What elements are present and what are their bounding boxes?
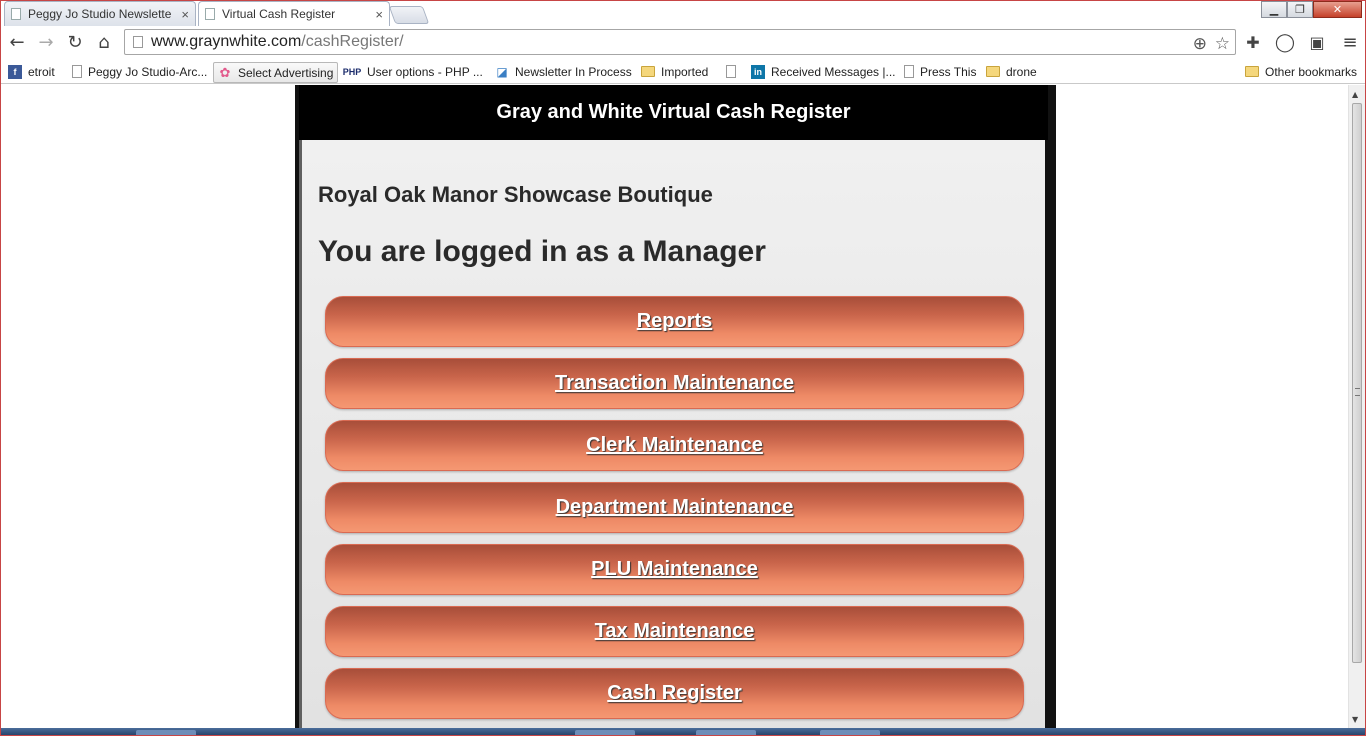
- maximize-button[interactable]: ❐: [1287, 1, 1313, 18]
- taskbar-item[interactable]: [136, 730, 196, 736]
- minimize-button[interactable]: ▁: [1261, 1, 1287, 18]
- tab-title: Virtual Cash Register: [222, 7, 336, 21]
- address-bar[interactable]: www.graynwhite.com/cashRegister/ ⊕ ☆: [124, 29, 1236, 55]
- tax-maintenance-button[interactable]: Tax Maintenance: [325, 606, 1024, 657]
- bookmark-imported[interactable]: Imported: [641, 62, 708, 81]
- clerk-maintenance-button[interactable]: Clerk Maintenance: [325, 420, 1024, 471]
- bookmark-label: etroit: [28, 64, 55, 79]
- bookmark-press-this[interactable]: Press This: [904, 62, 976, 81]
- bookmark-label: Newsletter In Process: [515, 64, 632, 79]
- department-maintenance-button[interactable]: Department Maintenance: [325, 482, 1024, 533]
- close-icon[interactable]: ×: [181, 7, 189, 22]
- bookmark-label: Press This: [920, 64, 977, 79]
- browser-toolbar: ← → ↻ ⌂ www.graynwhite.com/cashRegister/…: [0, 27, 1366, 59]
- bookmark-label: drone: [1006, 64, 1037, 79]
- button-label: Transaction Maintenance: [555, 372, 794, 394]
- url-domain: www.graynwhite.com: [151, 33, 302, 50]
- page-icon: [72, 65, 82, 78]
- folder-icon: [641, 66, 655, 77]
- login-status: You are logged in as a Manager: [318, 235, 766, 268]
- bookmark-other-bookmarks[interactable]: Other bookmarks: [1245, 62, 1357, 81]
- button-label: Department Maintenance: [555, 496, 794, 518]
- button-label: Tax Maintenance: [594, 620, 755, 642]
- linkedin-icon: in: [751, 64, 765, 79]
- extension-box-icon[interactable]: ▣: [1305, 30, 1329, 54]
- taskbar: [0, 728, 1366, 736]
- bookmark-user-options-php[interactable]: PHP User options - PHP ...: [343, 62, 483, 81]
- folder-icon: [1245, 66, 1259, 77]
- transaction-maintenance-button[interactable]: Transaction Maintenance: [325, 358, 1024, 409]
- url-path: /cashRegister/: [301, 33, 404, 50]
- bookmark-label: Received Messages |...: [771, 64, 896, 79]
- bookmark-received-messages[interactable]: in Received Messages |...: [751, 62, 896, 81]
- bookmark-label: User options - PHP ...: [367, 64, 483, 79]
- page-viewport: Gray and White Virtual Cash Register Roy…: [0, 85, 1366, 728]
- bookmarks-bar: f etroit Peggy Jo Studio-Arc... ✿ Select A…: [0, 59, 1366, 84]
- star-icon[interactable]: ☆: [1215, 34, 1230, 54]
- bookmark-newsletter-in-process[interactable]: ◪ Newsletter In Process: [495, 62, 632, 81]
- close-window-button[interactable]: ✕: [1313, 1, 1362, 18]
- grip-icon: [1355, 388, 1360, 396]
- button-label: Cash Register: [607, 682, 742, 704]
- close-icon[interactable]: ×: [375, 7, 383, 22]
- bookmark-drone[interactable]: drone: [986, 62, 1037, 81]
- bookmark-label: Select Advertising: [238, 65, 334, 80]
- zoom-icon[interactable]: ⊕: [1193, 34, 1207, 54]
- page-icon: [904, 65, 914, 78]
- scrollbar-thumb[interactable]: [1352, 103, 1362, 663]
- store-name: Royal Oak Manor Showcase Boutique: [318, 182, 713, 207]
- button-label: Clerk Maintenance: [586, 434, 763, 456]
- page-icon: [11, 8, 21, 20]
- new-tab-button[interactable]: [388, 6, 430, 24]
- button-label: PLU Maintenance: [591, 558, 758, 580]
- tab-peggy-jo-newsletter[interactable]: Peggy Jo Studio Newslette ×: [4, 1, 196, 26]
- folder-icon: [986, 66, 1000, 77]
- scroll-up-icon[interactable]: ▲: [1352, 90, 1358, 99]
- page-title: Gray and White Virtual Cash Register: [299, 85, 1048, 140]
- back-icon[interactable]: ←: [5, 30, 29, 54]
- bookmark-etroit[interactable]: f etroit: [8, 62, 55, 81]
- tab-strip: Peggy Jo Studio Newslette × Virtual Cash…: [0, 0, 1366, 27]
- chart-icon: ◪: [496, 64, 508, 79]
- bookmark-label: Peggy Jo Studio-Arc...: [88, 64, 208, 79]
- page-icon: [726, 65, 736, 78]
- button-label: Reports: [636, 310, 713, 332]
- bookmark-label: Imported: [661, 64, 709, 79]
- taskbar-item[interactable]: [575, 730, 635, 736]
- reports-button[interactable]: Reports: [325, 296, 1024, 347]
- bookmark-select-advertising[interactable]: ✿ Select Advertising: [213, 62, 339, 83]
- taskbar-item[interactable]: [696, 730, 756, 736]
- forward-icon[interactable]: →: [34, 30, 58, 54]
- php-icon: PHP: [342, 64, 362, 79]
- bookmark-untitled[interactable]: [726, 62, 742, 81]
- menu-icon[interactable]: ≡: [1338, 30, 1362, 54]
- reload-icon[interactable]: ↻: [63, 30, 87, 54]
- facebook-icon: f: [8, 64, 22, 79]
- extension-circle-icon[interactable]: ◯: [1273, 30, 1297, 54]
- taskbar-item[interactable]: [820, 730, 880, 736]
- ribbon-icon: ✿: [219, 64, 231, 80]
- scroll-down-icon[interactable]: ▼: [1352, 715, 1358, 724]
- page-icon: [205, 8, 215, 20]
- page-icon: [133, 36, 143, 48]
- bookmark-peggy-jo-studio[interactable]: Peggy Jo Studio-Arc...: [72, 62, 207, 81]
- extension-icon[interactable]: ✚: [1241, 30, 1265, 54]
- vertical-scrollbar[interactable]: ▲ ▼: [1348, 85, 1365, 728]
- home-icon[interactable]: ⌂: [92, 30, 116, 54]
- tab-title: Peggy Jo Studio Newslette: [28, 7, 172, 21]
- plu-maintenance-button[interactable]: PLU Maintenance: [325, 544, 1024, 595]
- tab-virtual-cash-register[interactable]: Virtual Cash Register ×: [198, 1, 390, 26]
- bookmark-label: Other bookmarks: [1265, 64, 1358, 79]
- cash-register-container: Gray and White Virtual Cash Register Roy…: [295, 85, 1056, 728]
- cash-register-button[interactable]: Cash Register: [325, 668, 1024, 719]
- register-panel: Royal Oak Manor Showcase Boutique You ar…: [299, 140, 1045, 728]
